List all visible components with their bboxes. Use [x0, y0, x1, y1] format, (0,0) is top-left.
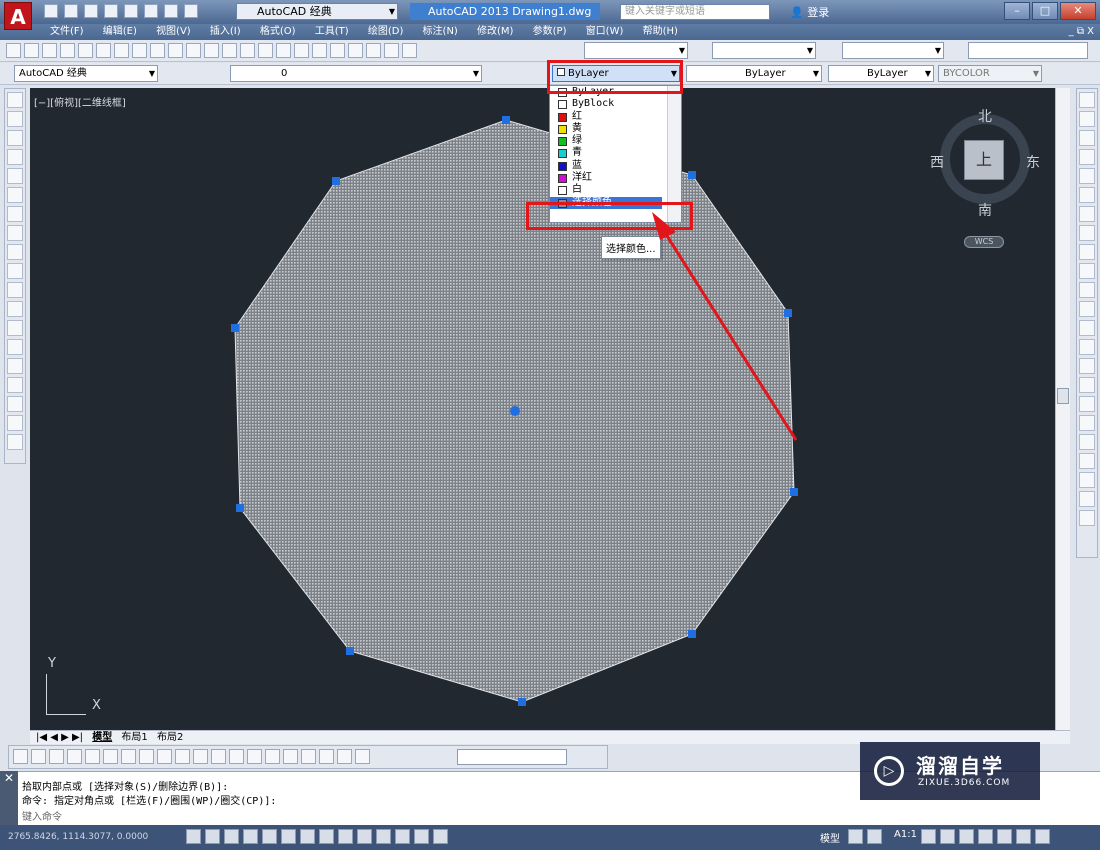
autocad-window: AutoCAD 经典 ▼ AutoCAD 2013 Drawing1.dwg 键… — [0, 0, 1100, 850]
red-arrow-icon — [652, 212, 798, 441]
